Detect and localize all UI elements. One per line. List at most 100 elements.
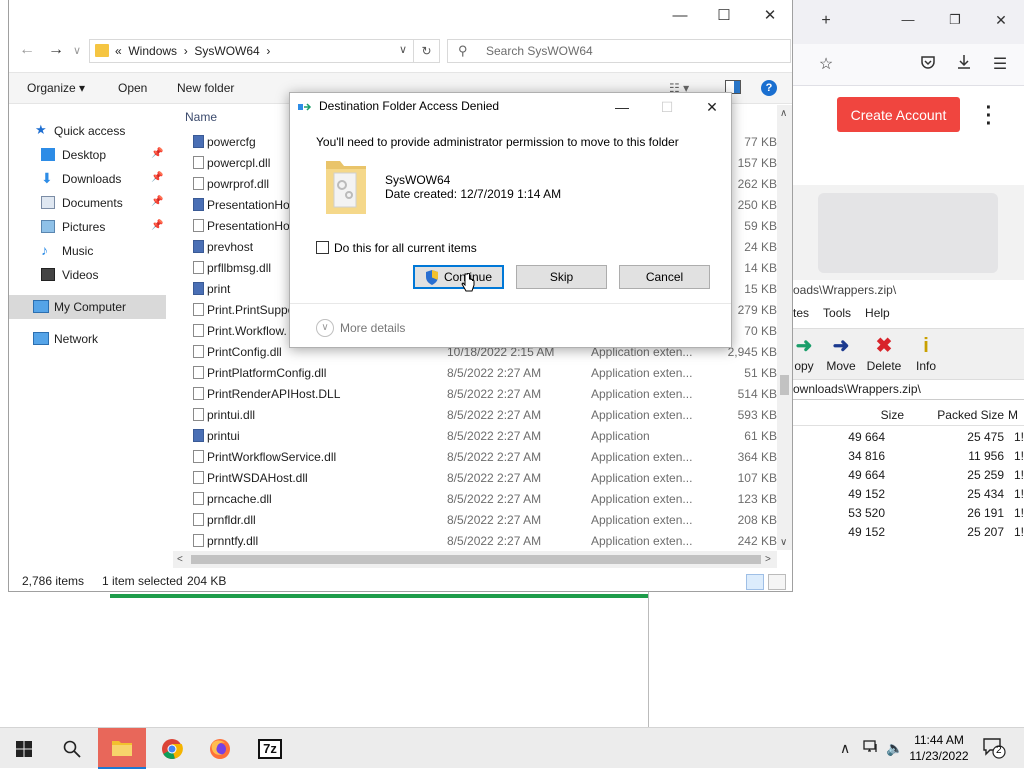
table-row[interactable]: 49 664 25 259 1!: [793, 468, 1024, 487]
nav-item-desktop[interactable]: Desktop 📌: [9, 143, 166, 167]
search-input[interactable]: [484, 41, 774, 61]
downloads-icon[interactable]: [953, 54, 975, 75]
skip-button[interactable]: Skip: [516, 265, 607, 289]
pocket-icon[interactable]: [917, 54, 939, 75]
table-row[interactable]: 49 152 25 207 1!: [793, 525, 1024, 544]
pin-icon[interactable]: 📌: [151, 148, 163, 159]
file-row[interactable]: PrintWorkflowService.dll 8/5/2022 2:27 AM…: [173, 446, 779, 467]
menu-item-tools[interactable]: Tools: [823, 306, 851, 326]
file-row[interactable]: prnntfy.dll 8/5/2022 2:27 AM Application e…: [173, 530, 779, 550]
table-row[interactable]: 53 520 26 191 1!: [793, 506, 1024, 525]
organize-button[interactable]: Organize ▾: [27, 81, 85, 95]
column-packed-size[interactable]: Packed Size: [923, 408, 1004, 422]
delete-button[interactable]: ✖ Delete: [865, 333, 903, 373]
sevenzip-address[interactable]: ownloads\Wrappers.zip\: [793, 380, 1024, 400]
more-options-icon[interactable]: · · ·: [984, 98, 994, 134]
forward-arrow-icon[interactable]: →: [46, 41, 66, 59]
scroll-left-icon[interactable]: <: [177, 554, 183, 565]
search-icon: [63, 740, 81, 758]
continue-button[interactable]: Continue: [413, 265, 504, 289]
file-row[interactable]: prncache.dll 8/5/2022 2:27 AM Application …: [173, 488, 779, 509]
browser-minimize-button[interactable]: —: [897, 12, 919, 27]
nav-item-network[interactable]: Network: [9, 327, 166, 351]
column-name[interactable]: Name: [185, 110, 217, 124]
file-row[interactable]: printui.dll 8/5/2022 2:27 AM Application e…: [173, 404, 779, 425]
column-modified[interactable]: M: [1008, 408, 1024, 422]
taskbar-search-button[interactable]: [48, 728, 96, 769]
breadcrumb-windows[interactable]: Windows: [128, 44, 177, 58]
pin-icon[interactable]: 📌: [151, 220, 163, 231]
nav-item-pictures[interactable]: Pictures 📌: [9, 215, 166, 239]
volume-icon[interactable]: 🔈: [886, 740, 903, 757]
explorer-minimize-button[interactable]: —: [657, 4, 703, 28]
taskbar-file-explorer[interactable]: [98, 728, 146, 769]
table-row[interactable]: 49 152 25 434 1!: [793, 487, 1024, 506]
menu-item-help[interactable]: Help: [865, 306, 890, 326]
clock[interactable]: 11:44 AM 11/23/2022: [904, 732, 974, 764]
notifications-button[interactable]: 2: [982, 737, 1006, 762]
show-hidden-icons-icon[interactable]: ∧: [840, 740, 850, 757]
browser-close-button[interactable]: ✕: [990, 12, 1012, 29]
bookmark-star-icon[interactable]: ☆: [815, 54, 837, 74]
details-view-button[interactable]: [746, 574, 764, 590]
dialog-minimize-button[interactable]: —: [602, 95, 642, 119]
column-size[interactable]: Size: [853, 408, 904, 422]
up-chevron-icon[interactable]: ∨: [67, 44, 87, 57]
table-row[interactable]: 34 816 11 956 1!: [793, 449, 1024, 468]
scroll-up-icon[interactable]: ∧: [780, 108, 787, 119]
help-icon[interactable]: ?: [761, 80, 777, 96]
file-row[interactable]: PrintWSDAHost.dll 8/5/2022 2:27 AM Applica…: [173, 467, 779, 488]
breadcrumb-overflow[interactable]: «: [115, 44, 122, 58]
nav-item-my-computer[interactable]: My Computer: [9, 295, 166, 319]
pin-icon[interactable]: 📌: [151, 196, 163, 207]
breadcrumb-syswow64[interactable]: SysWOW64: [194, 44, 259, 58]
create-account-button[interactable]: Create Account: [837, 97, 960, 132]
new-folder-button[interactable]: New folder: [177, 81, 234, 95]
new-tab-button[interactable]: +: [815, 12, 837, 30]
menu-hamburger-icon[interactable]: ☰: [989, 54, 1011, 74]
browser-restore-button[interactable]: ❐: [944, 12, 966, 28]
nav-item-music[interactable]: ♪ Music: [9, 239, 166, 263]
copy-button[interactable]: ➜ opy: [793, 333, 815, 373]
move-button[interactable]: ➜ Move: [823, 333, 859, 373]
horizontal-scrollbar[interactable]: < >: [173, 551, 777, 568]
more-details-link[interactable]: More details: [340, 321, 405, 335]
dialog-close-button[interactable]: ✕: [692, 95, 732, 119]
open-button[interactable]: Open: [118, 81, 147, 95]
apply-to-all-label[interactable]: Do this for all current items: [334, 241, 477, 255]
nav-item-downloads[interactable]: ⬇ Downloads 📌: [9, 167, 166, 191]
taskbar-firefox[interactable]: [196, 728, 244, 769]
file-row[interactable]: PrintPlatformConfig.dll 8/5/2022 2:27 AM A…: [173, 362, 779, 383]
scroll-thumb[interactable]: [780, 375, 789, 395]
scroll-down-icon[interactable]: ∨: [780, 537, 787, 548]
scroll-thumb[interactable]: [191, 555, 761, 564]
refresh-button[interactable]: ↻: [414, 39, 440, 63]
menu-item[interactable]: tes: [793, 306, 809, 326]
address-bar[interactable]: « Windows › SysWOW64 › ∨: [89, 39, 414, 63]
nav-item-quick-access[interactable]: ★ Quick access: [9, 119, 166, 143]
pin-icon[interactable]: 📌: [151, 172, 163, 183]
large-icons-view-button[interactable]: [768, 574, 786, 590]
file-row[interactable]: prnfldr.dll 8/5/2022 2:27 AM Application e…: [173, 509, 779, 530]
cancel-button[interactable]: Cancel: [619, 265, 710, 289]
table-row[interactable]: 49 664 25 475 1!: [793, 430, 1024, 449]
nav-item-videos[interactable]: Videos: [9, 263, 166, 287]
vertical-scrollbar[interactable]: ∧ ∨: [777, 105, 792, 550]
start-button[interactable]: [0, 728, 48, 769]
chevron-down-icon[interactable]: ∨: [399, 43, 407, 56]
info-button[interactable]: i Info: [913, 333, 939, 373]
breadcrumb-separator[interactable]: ›: [184, 44, 188, 58]
file-row[interactable]: PrintRenderAPIHost.DLL 8/5/2022 2:27 AM Ap…: [173, 383, 779, 404]
scroll-right-icon[interactable]: >: [765, 554, 771, 565]
network-tray-icon[interactable]: [863, 740, 879, 757]
breadcrumb-separator[interactable]: ›: [266, 44, 270, 58]
taskbar-7zip[interactable]: 7z: [246, 728, 294, 769]
nav-item-documents[interactable]: Documents 📌: [9, 191, 166, 215]
expand-chevron-icon[interactable]: ∨: [316, 319, 334, 337]
back-arrow-icon[interactable]: ←: [17, 41, 37, 59]
explorer-maximize-button[interactable]: ☐: [701, 4, 747, 28]
taskbar-chrome[interactable]: [148, 728, 196, 769]
file-row[interactable]: printui 8/5/2022 2:27 AM Application 61 KB: [173, 425, 779, 446]
apply-to-all-checkbox[interactable]: [316, 241, 329, 254]
explorer-close-button[interactable]: ✕: [747, 4, 793, 28]
